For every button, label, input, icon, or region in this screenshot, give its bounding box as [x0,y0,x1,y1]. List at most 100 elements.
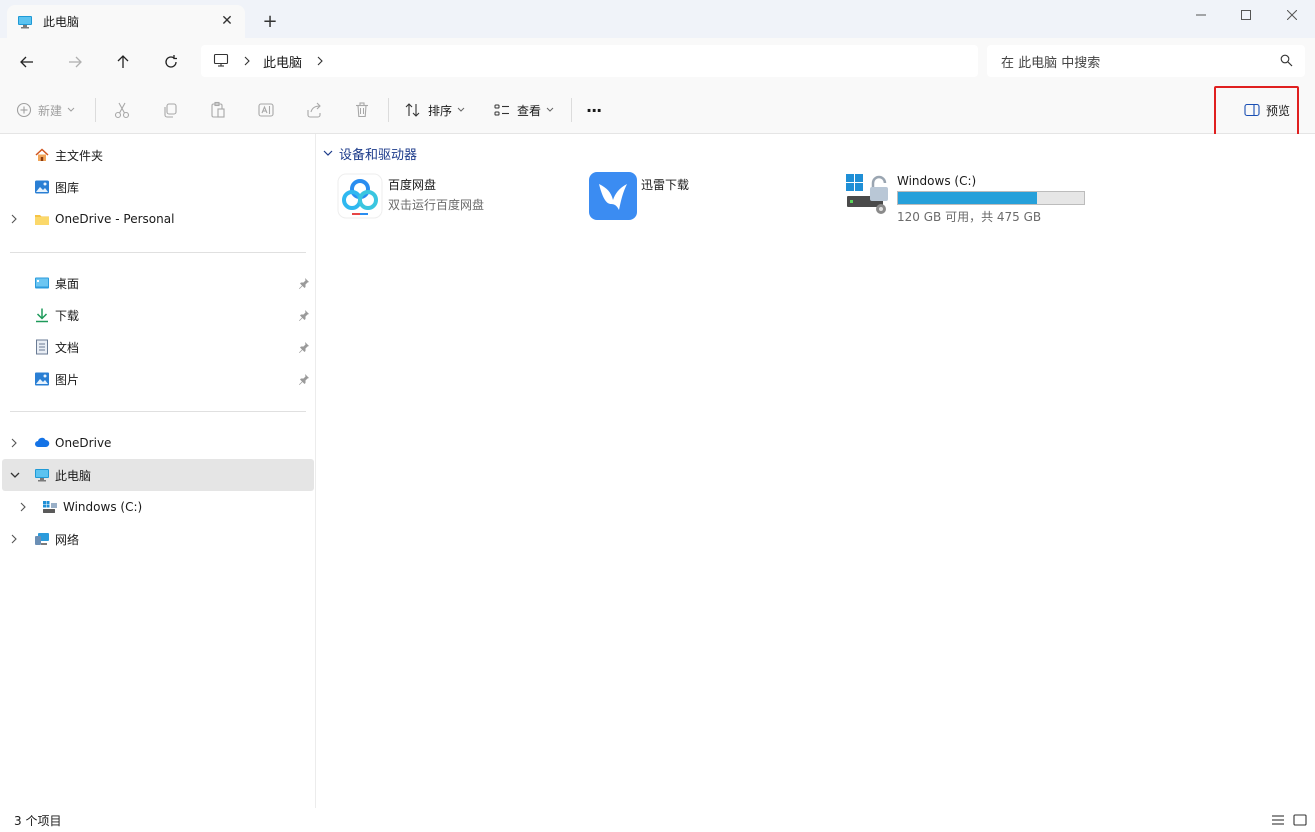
view-list-icon [494,104,509,116]
arrow-right-icon [69,56,82,68]
rename-button[interactable] [257,98,275,122]
chevron-right-icon[interactable] [10,214,22,224]
sidebar-label: 此电脑 [55,468,92,483]
chevron-down-icon[interactable] [10,471,22,479]
copy-button[interactable] [161,98,179,122]
pictures-icon [34,371,50,387]
tile-name: 迅雷下载 [641,178,690,192]
toolbar-divider [388,98,389,122]
desktop-icon [34,275,50,291]
item-count: 3 个项目 [14,813,62,828]
sort-icon [405,103,420,117]
tab-this-pc[interactable]: 此电脑 ✕ [7,5,245,38]
sidebar-item-onedrive-personal[interactable]: OneDrive - Personal [2,203,314,235]
delete-button[interactable] [353,98,371,122]
chevron-down-icon [546,107,554,113]
sidebar-label: 图库 [55,180,80,195]
sidebar-label: 图片 [55,372,80,387]
chevron-right-icon[interactable] [10,438,22,448]
rename-icon [258,103,274,117]
monitor-icon [34,467,50,483]
view-button[interactable]: 查看 [493,98,554,122]
plus-circle-icon [16,102,32,118]
group-header-devices[interactable]: 设备和驱动器 [323,143,417,163]
drive-icon [42,499,58,515]
download-icon [34,307,50,323]
close-window-icon[interactable] [1269,0,1315,30]
pin-icon[interactable] [298,341,310,353]
trash-icon [356,102,368,118]
navigation-bar: 此电脑 在 此电脑 中搜索 [0,38,1315,86]
sidebar-label: 下载 [55,308,80,323]
details-view-icon[interactable] [1270,812,1286,828]
sidebar-label: 主文件夹 [55,148,104,163]
up-button[interactable] [111,50,135,74]
new-label: 新建 [38,103,63,118]
tile-subtitle: 120 GB 可用，共 475 GB [897,210,1042,224]
tile-name: 百度网盘 [388,178,437,192]
sidebar-item-pictures[interactable]: 图片 [2,363,314,395]
share-button[interactable] [305,98,323,122]
new-tab-button[interactable]: + [261,11,279,32]
tiles-view-icon[interactable] [1292,812,1308,828]
sort-label: 排序 [428,103,453,118]
tile-windows-c-drive[interactable]: Windows (C:) 120 GB 可用，共 475 GB [845,170,1085,230]
chevron-right-icon[interactable] [316,56,324,66]
close-tab-icon[interactable]: ✕ [219,13,235,29]
baidu-netdisk-icon [336,172,384,220]
maximize-icon[interactable] [1223,0,1269,30]
drive-usage-fill [898,192,1037,204]
new-button[interactable]: 新建 [16,98,75,122]
tile-baidu-netdisk[interactable]: 百度网盘 双击运行百度网盘 [336,172,484,232]
toolbar-divider [571,98,572,122]
sidebar-item-network[interactable]: 网络 [2,523,314,555]
scissors-icon [114,102,130,119]
chevron-down-icon [323,149,333,157]
back-button[interactable] [15,50,39,74]
chevron-right-icon[interactable] [19,502,31,512]
xunlei-icon [589,172,637,220]
command-bar: 新建 排序 查看 ··· 预览 [0,86,1315,134]
drive-usage-bar [897,191,1085,205]
sidebar-label: Windows (C:) [63,500,143,514]
address-bar[interactable]: 此电脑 [201,45,978,77]
search-input[interactable]: 在 此电脑 中搜索 [987,45,1305,77]
computer-icon [213,52,229,71]
sidebar-item-downloads[interactable]: 下载 [2,299,314,331]
arrow-up-icon [117,55,129,68]
tab-title: 此电脑 [43,15,80,29]
group-title: 设备和驱动器 [339,147,418,163]
search-placeholder: 在 此电脑 中搜索 [1001,55,1101,71]
forward-button[interactable] [63,50,87,74]
monitor-icon [17,14,33,30]
tile-xunlei-download[interactable]: 迅雷下载 [589,172,689,232]
sidebar-item-gallery[interactable]: 图库 [2,171,314,203]
sidebar-label: 文档 [55,340,80,355]
pin-icon[interactable] [298,277,310,289]
more-options-button[interactable]: ··· [586,98,602,122]
sidebar-item-onedrive[interactable]: OneDrive [2,427,314,459]
sort-button[interactable]: 排序 [404,98,465,122]
paste-button[interactable] [209,98,227,122]
sidebar-divider [10,411,306,412]
refresh-button[interactable] [159,50,183,74]
chevron-right-icon[interactable] [243,56,251,66]
minimize-icon[interactable] [1178,0,1224,30]
paste-icon [211,101,225,118]
cut-button[interactable] [113,98,131,122]
search-icon[interactable] [1280,54,1293,71]
sidebar-item-windows-c[interactable]: Windows (C:) [2,491,314,523]
content-pane: 设备和驱动器 百度网盘 双击运行百度网盘 迅雷下载 Windows (C:) 1… [317,134,1315,808]
pin-icon[interactable] [298,309,310,321]
sidebar-item-this-pc[interactable]: 此电脑 [2,459,314,491]
locked-drive-icon [845,170,893,218]
chevron-down-icon [457,107,465,113]
sidebar-item-home[interactable]: 主文件夹 [2,139,314,171]
chevron-right-icon[interactable] [10,534,22,544]
breadcrumb-this-pc[interactable]: 此电脑 [263,52,302,71]
pin-icon[interactable] [298,373,310,385]
sidebar-item-desktop[interactable]: 桌面 [2,267,314,299]
sidebar-item-documents[interactable]: 文档 [2,331,314,363]
network-icon [34,531,50,547]
share-icon [307,102,321,118]
